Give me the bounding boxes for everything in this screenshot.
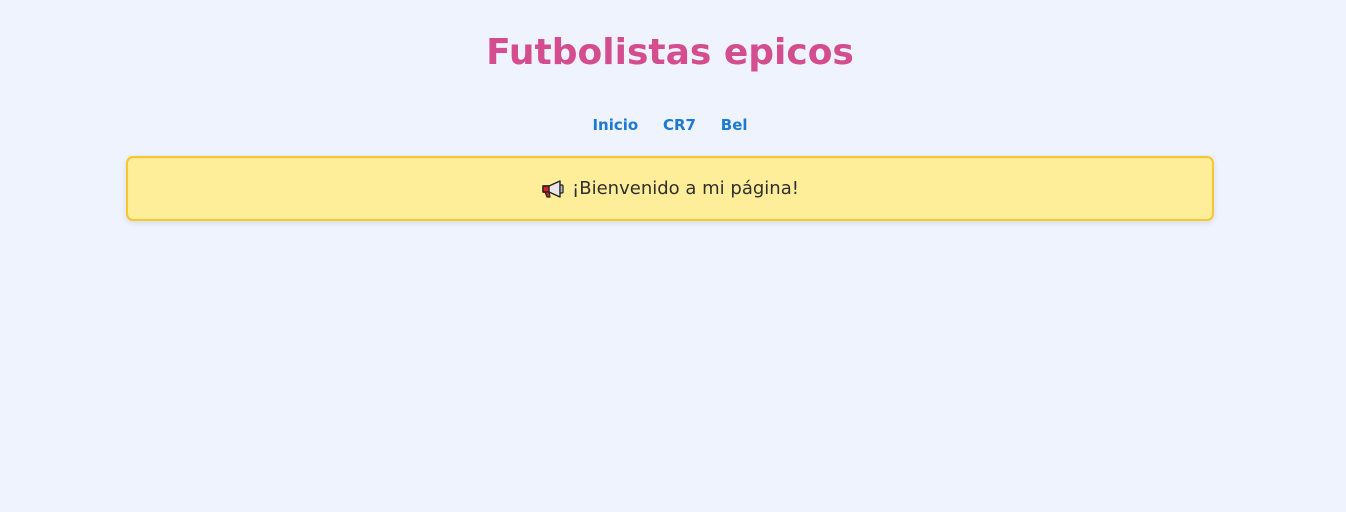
- banner-text: ¡Bienvenido a mi página!: [572, 178, 799, 199]
- page-title: Futbolistas epicos: [486, 32, 854, 73]
- page: Futbolistas epicos Inicio CR7 Bel ¡Bienv…: [0, 0, 1346, 512]
- welcome-banner: ¡Bienvenido a mi página!: [126, 156, 1214, 221]
- nav-link-bel[interactable]: Bel: [721, 113, 748, 137]
- nav-link-cr7[interactable]: CR7: [663, 113, 696, 137]
- nav-link-inicio[interactable]: Inicio: [592, 113, 638, 137]
- megaphone-icon: [541, 179, 565, 199]
- nav-bar: Inicio CR7 Bel: [0, 113, 1340, 137]
